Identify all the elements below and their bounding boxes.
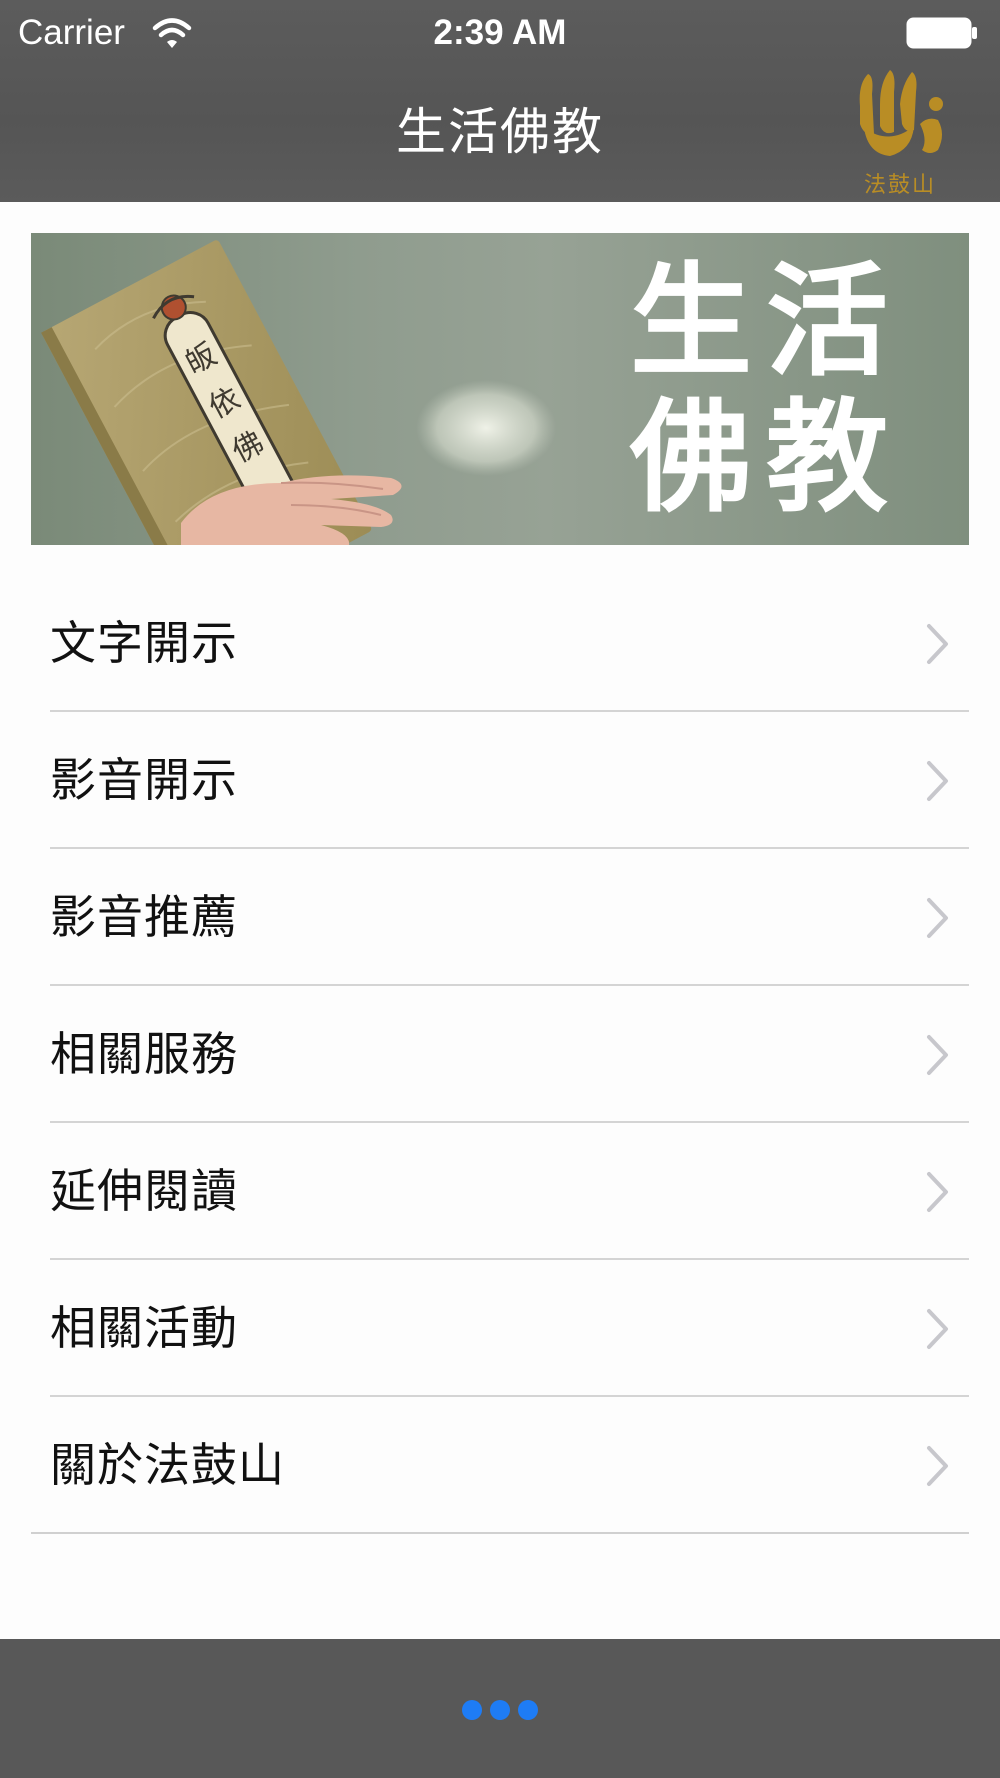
menu-item-video-recommendations[interactable]: 影音推薦 [0, 849, 1000, 986]
banner-title-line-2: 佛教 [630, 387, 902, 529]
chevron-right-icon [927, 624, 948, 664]
menu-item-label: 關於法鼓山 [50, 1438, 285, 1492]
banner-title-line-1: 生活 [630, 251, 902, 393]
menu-item-label: 文字開示 [50, 616, 238, 670]
menu-item-label: 影音推薦 [50, 890, 238, 944]
battery-icon [906, 17, 977, 49]
chevron-right-icon [927, 1172, 948, 1212]
page-indicator [0, 1639, 1000, 1778]
chevron-right-icon [927, 1035, 948, 1075]
menu-item-text-teachings[interactable]: 文字開示 [0, 575, 1000, 712]
menu-item-related-events[interactable]: 相關活動 [0, 1260, 1000, 1397]
menu-item-about[interactable]: 關於法鼓山 [0, 1397, 1000, 1534]
menu-item-video-teachings[interactable]: 影音開示 [0, 712, 1000, 849]
menu-item-label: 相關服務 [50, 1027, 238, 1081]
page-dot[interactable] [518, 1700, 538, 1720]
menu-item-label: 影音開示 [50, 753, 238, 807]
navigation-bar: Carrier 2:39 AM 生活佛教 法鼓山 [0, 0, 1000, 202]
menu-item-related-services[interactable]: 相關服務 [0, 986, 1000, 1123]
chevron-right-icon [927, 898, 948, 938]
chevron-right-icon [927, 1309, 948, 1349]
hero-banner: 皈 依 佛 生活 佛教 [31, 233, 969, 545]
page-dot[interactable] [462, 1700, 482, 1720]
page-dot[interactable] [490, 1700, 510, 1720]
menu-item-further-reading[interactable]: 延伸閱讀 [0, 1123, 1000, 1260]
menu-item-label: 相關活動 [50, 1301, 238, 1355]
menu-item-label: 延伸閱讀 [50, 1164, 238, 1218]
app-screen: Carrier 2:39 AM 生活佛教 法鼓山 皈 依 佛 生活 佛教 文字開… [0, 0, 1000, 1778]
chevron-right-icon [927, 1446, 948, 1486]
status-time: 2:39 AM [433, 13, 567, 52]
svg-text:法鼓山: 法鼓山 [864, 173, 936, 198]
chevron-right-icon [927, 761, 948, 801]
dharma-drum-logo: 法鼓山 [859, 70, 943, 198]
menu-list: 文字開示 影音開示 影音推薦 相關服務 延伸閱讀 相關活動 關於法鼓山 [0, 575, 1000, 1534]
bottom-toolbar [0, 1639, 1000, 1778]
